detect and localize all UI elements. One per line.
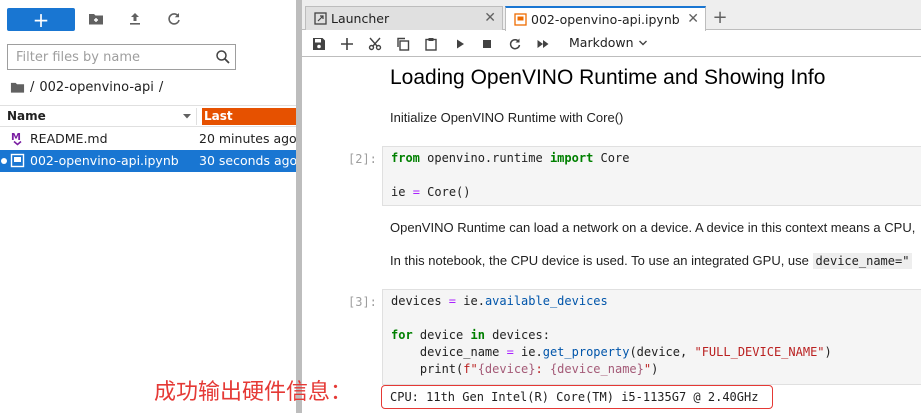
cell-output-highlight: CPU: 11th Gen Intel(R) Core(TM) i5-1135G… xyxy=(381,385,773,409)
chevron-down-icon xyxy=(638,40,647,45)
column-last-modified-header[interactable]: Last Modified xyxy=(202,108,296,140)
fast-forward-icon[interactable] xyxy=(535,36,551,52)
filter-box xyxy=(7,44,236,70)
notebook-icon xyxy=(10,153,25,168)
cell-type-label: Markdown xyxy=(569,35,634,50)
upload-icon[interactable] xyxy=(127,11,143,27)
file-name: README.md xyxy=(30,131,108,146)
file-browser-toolbar: + xyxy=(0,0,296,40)
close-icon[interactable]: ✕ xyxy=(484,10,496,26)
code-line: ie = Core() xyxy=(391,185,471,199)
file-modified: 30 seconds ago xyxy=(199,153,298,168)
code-line: from openvino.runtime import Core xyxy=(391,151,630,165)
breadcrumb-separator: / xyxy=(30,79,35,95)
notebook-toolbar: Markdown xyxy=(302,31,921,57)
breadcrumb: / 002-openvino-api / xyxy=(10,78,163,96)
markdown-icon: M xyxy=(10,131,25,146)
code-line: device_name = ie.get_property(device, "F… xyxy=(391,345,832,359)
code-line: devices = ie.available_devices xyxy=(391,294,608,308)
refresh-icon[interactable] xyxy=(166,11,182,27)
breadcrumb-folder[interactable]: 002-openvino-api xyxy=(39,80,153,95)
code-cell-3[interactable]: devices = ie.available_devices for devic… xyxy=(382,289,921,385)
markdown-text: OpenVINO Runtime can load a network on a… xyxy=(390,220,916,235)
markdown-text: In this notebook, the CPU device is used… xyxy=(390,253,913,269)
main-area: Launcher ✕ 002-openvino-api.ipynb ✕ + Ma… xyxy=(302,0,921,413)
launcher-icon xyxy=(314,12,327,25)
file-row-notebook[interactable]: 002-openvino-api.ipynb 30 seconds ago xyxy=(0,150,298,172)
cut-icon[interactable] xyxy=(367,36,383,52)
cell-type-dropdown[interactable]: Markdown xyxy=(569,35,648,50)
search-icon xyxy=(216,50,230,64)
restart-icon[interactable] xyxy=(507,36,523,52)
file-row-readme[interactable]: M README.md 20 minutes ago xyxy=(0,128,297,150)
code-line: print(f"{device}: {device_name}") xyxy=(391,362,659,376)
cell-prompt: [3]: xyxy=(348,295,377,309)
tab-label: Launcher xyxy=(331,11,390,26)
file-browser-panel: + / 002-openvino-api / Name Last Modifie… xyxy=(0,0,298,413)
tab-notebook[interactable]: 002-openvino-api.ipynb ✕ xyxy=(505,6,706,31)
running-indicator xyxy=(1,158,7,164)
new-launcher-button[interactable]: + xyxy=(7,8,75,31)
copy-icon[interactable] xyxy=(395,36,411,52)
code-line: for device in devices: xyxy=(391,328,550,342)
notebook-icon xyxy=(514,13,527,26)
tab-label: 002-openvino-api.ipynb xyxy=(531,12,680,27)
sort-down-icon[interactable] xyxy=(181,110,193,122)
folder-icon[interactable] xyxy=(10,80,25,95)
cell-prompt: [2]: xyxy=(348,152,377,166)
breadcrumb-separator: / xyxy=(158,79,164,95)
column-divider xyxy=(196,108,197,125)
markdown-text: Initialize OpenVINO Runtime with Core() xyxy=(390,110,624,125)
code-cell-2[interactable]: from openvino.runtime import Core ie = C… xyxy=(382,146,921,206)
file-list-header: Name Last Modified xyxy=(0,105,296,140)
annotation-text: 成功输出硬件信息： xyxy=(154,380,353,405)
close-icon[interactable]: ✕ xyxy=(687,11,699,27)
add-tab-button[interactable]: + xyxy=(709,6,731,28)
run-icon[interactable] xyxy=(452,36,468,52)
file-name: 002-openvino-api.ipynb xyxy=(30,153,179,168)
column-name-header[interactable]: Name xyxy=(7,109,46,123)
stop-icon[interactable] xyxy=(479,36,495,52)
notebook-heading: Loading OpenVINO Runtime and Showing Inf… xyxy=(390,66,826,89)
filter-files-input[interactable] xyxy=(8,45,208,69)
file-modified: 20 minutes ago xyxy=(199,131,297,146)
tab-bar: Launcher ✕ 002-openvino-api.ipynb ✕ + xyxy=(302,0,921,31)
save-icon[interactable] xyxy=(311,36,327,52)
new-folder-icon[interactable] xyxy=(88,11,104,27)
tab-launcher[interactable]: Launcher ✕ xyxy=(305,6,503,30)
add-cell-icon[interactable] xyxy=(339,36,355,52)
svg-text:M: M xyxy=(11,132,21,143)
paste-icon[interactable] xyxy=(423,36,439,52)
notebook-content: Loading OpenVINO Runtime and Showing Inf… xyxy=(302,58,921,413)
cell-output: CPU: 11th Gen Intel(R) Core(TM) i5-1135G… xyxy=(390,390,759,404)
